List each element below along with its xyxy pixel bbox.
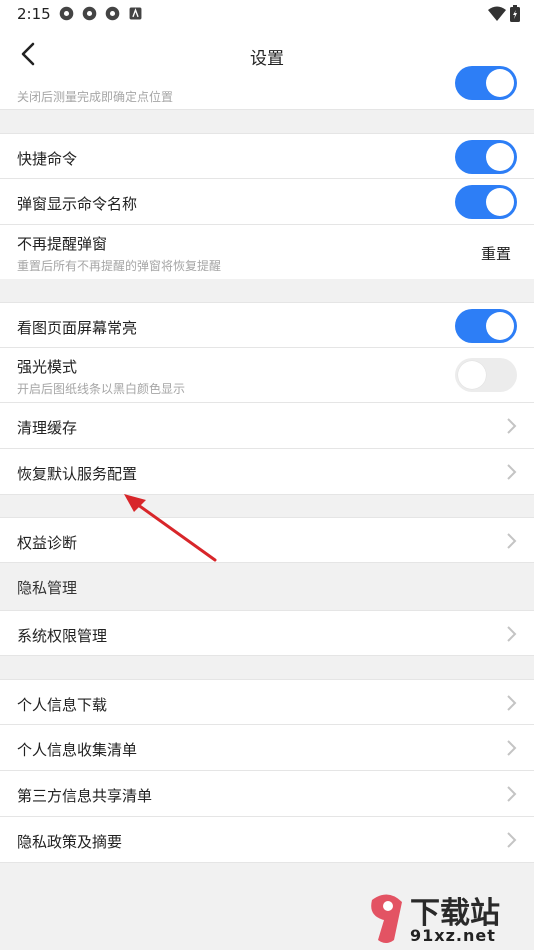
chevron-right-icon <box>507 464 517 480</box>
setting-title: 个人信息下载 <box>17 696 108 714</box>
toggle-knob <box>486 312 514 340</box>
annotation-arrow-icon <box>124 494 217 562</box>
toggle-knob <box>458 361 486 389</box>
watermark: 下载站 91xz.net <box>366 888 526 948</box>
toggle-knob <box>486 143 514 171</box>
status-time: 2:15 <box>17 5 51 23</box>
header: 设置 <box>0 28 534 80</box>
setting-row-quick-command: 快捷命令 <box>0 133 534 179</box>
screen-on-toggle[interactable] <box>455 309 517 343</box>
setting-row-no-remind: 不再提醒弹窗 重置后所有不再提醒的弹窗将恢复提醒 重置 <box>0 225 534 279</box>
chevron-right-icon <box>507 786 517 802</box>
setting-title: 个人信息收集清单 <box>17 741 138 759</box>
setting-title: 弹窗显示命令名称 <box>17 195 138 213</box>
battery-icon <box>510 5 520 22</box>
setting-row-personal-download[interactable]: 个人信息下载 <box>0 679 534 725</box>
status-notification-icons <box>58 5 144 22</box>
setting-row-partial: 关闭后测量完成即确定点位置 <box>0 66 534 110</box>
setting-row-personal-collect[interactable]: 个人信息收集清单 <box>0 725 534 771</box>
setting-title: 强光模式 <box>17 358 78 376</box>
partial-toggle[interactable] <box>455 66 517 100</box>
toggle-knob <box>486 69 514 97</box>
watermark-domain: 91xz.net <box>410 926 496 945</box>
wifi-icon <box>488 6 506 21</box>
setting-title: 快捷命令 <box>17 150 78 168</box>
toggle-knob <box>486 188 514 216</box>
setting-title: 不再提醒弹窗 <box>17 235 108 253</box>
strong-light-toggle[interactable] <box>455 358 517 392</box>
setting-row-popup-command-name: 弹窗显示命令名称 <box>0 179 534 225</box>
setting-row-screen-on: 看图页面屏幕常亮 <box>0 302 534 348</box>
setting-title: 隐私政策及摘要 <box>17 833 123 851</box>
app-notification-icon <box>105 6 120 21</box>
chevron-right-icon <box>507 740 517 756</box>
status-system-icons <box>488 5 520 22</box>
setting-title: 看图页面屏幕常亮 <box>17 319 138 337</box>
setting-row-privacy-policy[interactable]: 隐私政策及摘要 <box>0 817 534 863</box>
app-notification-icon <box>59 6 74 21</box>
chevron-right-icon <box>507 832 517 848</box>
chevron-right-icon <box>507 418 517 434</box>
setting-title: 恢复默认服务配置 <box>17 465 138 483</box>
setting-row-clear-cache[interactable]: 清理缓存 <box>0 403 534 449</box>
setting-row-strong-light: 强光模式 开启后图纸线条以黑白颜色显示 <box>0 348 534 403</box>
setting-row-system-permission[interactable]: 系统权限管理 <box>0 610 534 656</box>
watermark-logo-icon <box>371 894 402 943</box>
app-notification-icon <box>82 6 97 21</box>
chevron-right-icon <box>507 533 517 549</box>
setting-subtitle: 开启后图纸线条以黑白颜色显示 <box>17 382 186 396</box>
setting-row-restore-default[interactable]: 恢复默认服务配置 <box>0 449 534 495</box>
setting-row-rights-diagnosis[interactable]: 权益诊断 <box>0 517 534 563</box>
chevron-right-icon <box>507 695 517 711</box>
setting-title: 清理缓存 <box>17 419 78 437</box>
keyboard-notification-icon <box>129 7 142 20</box>
setting-subtitle: 关闭后测量完成即确定点位置 <box>17 90 174 104</box>
popup-command-name-toggle[interactable] <box>455 185 517 219</box>
setting-row-third-party-share[interactable]: 第三方信息共享清单 <box>0 771 534 817</box>
setting-subtitle: 重置后所有不再提醒的弹窗将恢复提醒 <box>17 259 222 273</box>
chevron-right-icon <box>507 626 517 642</box>
section-header-privacy: 隐私管理 <box>17 579 78 597</box>
setting-title: 第三方信息共享清单 <box>17 787 153 805</box>
page-title: 设置 <box>250 49 284 69</box>
status-bar: 2:15 <box>0 0 534 28</box>
setting-title: 系统权限管理 <box>17 627 108 645</box>
reset-button[interactable]: 重置 <box>481 243 511 264</box>
setting-title: 权益诊断 <box>17 534 78 552</box>
quick-command-toggle[interactable] <box>455 140 517 174</box>
